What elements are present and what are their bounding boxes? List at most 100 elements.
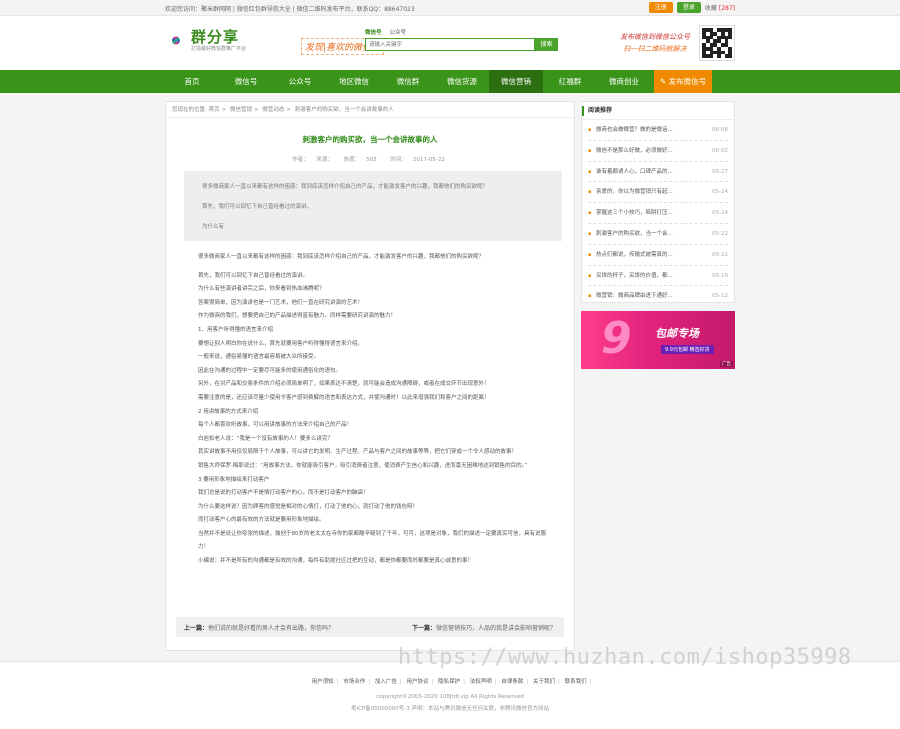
recommend-item[interactable]: 微信不是那么好做，必须做好...06-02 (588, 141, 728, 162)
nav-item-wechat-id[interactable]: 微信号 (219, 70, 273, 93)
welcome-text: 欢迎您访问：聚米群网网 | 微信红包群导航大全 | 微信二维码发布平台，联系QQ… (165, 6, 415, 13)
paragraph: 首先，我们可以回忆下自己曾经看过的演讲。 (198, 272, 309, 279)
paragraph: 3 要用形象地描绘来打动客户 (198, 476, 270, 483)
footer-link[interactable]: 用户协议 (406, 679, 428, 685)
footer-link[interactable]: 用户须知 (312, 679, 334, 685)
summary-line: 首先，我们可以回忆下自己曾经看过的演讲。 (202, 204, 313, 210)
footer-link[interactable]: 隐私保护 (438, 679, 460, 685)
logo-title: 群分享 (191, 28, 240, 46)
paragraph: 另外，在对产品和交易条件的介绍必须简单明了，如果表达不清楚，就可能会造成沟通障碍… (198, 381, 490, 388)
recommend-item[interactable]: 掌握这三个小技巧，陷阱打压...05-24 (588, 203, 728, 224)
qr-caption-line1: 发布微信到微信公众号 (620, 33, 690, 41)
nav-item-region[interactable]: 地区微信 (327, 70, 381, 93)
favorite-label: 收藏 (704, 5, 717, 12)
paragraph: 为什么有些演讲者讲完之后，你来看到热血沸腾呢？ (198, 286, 325, 293)
article-summary: 很多微商家人一直以来都有这样的困惑：我到底该怎样介绍自己的产品，才能激发客户的兴… (184, 171, 562, 241)
footer: 用户须知 | 市场合作 | 加入广告 | 用户协议 | 隐私保护 | 法权声明 | 自律条款… (0, 661, 900, 729)
paragraph: 需要注意的是，还应该尽量少使用令客户感到费解的语言和表达方式，并使沟通时！以此来… (198, 394, 490, 401)
meta-author: 作者： (292, 157, 309, 163)
summary-line: 很多微商家人一直以来都有这样的困惑：我到底该怎样介绍自己的产品，才能激发客户的兴… (202, 184, 489, 190)
meta-date: 时间： 2017-05-22 (390, 157, 445, 163)
nav-item-group[interactable]: 微信群 (381, 70, 435, 93)
search-box: 微信号 公众号 搜索 (365, 28, 558, 51)
paragraph: 因此在沟通的过程中一定要尽可能多的使用通俗化的语句。 (198, 367, 342, 374)
paragraph: 销售大师保罗·梅耶说过：“用故事方法，你就能吸引客户，吸引消费者注意，使消费产生… (198, 462, 528, 469)
paragraph: 其实讲故事不用仅仅局限于个人故事，可以讲它的发明、生产过程、产品与客户之间的故事… (198, 449, 518, 456)
recommend-item[interactable]: 亲爱的，你以为微营销只有起...05-24 (588, 182, 728, 204)
ad-big-number: 9 (601, 313, 632, 364)
paragraph: 为什么要这样说？因为顾客的感觉是相对的心情打，打动了他的心，就打动了他的钱包呀！ (198, 503, 419, 510)
paragraph: 1、用客户听得懂的语言来介绍 (198, 326, 274, 333)
ad-subtitle: 9.9元包邮 精选好货 (661, 345, 714, 354)
meta-source: 来源： (316, 157, 333, 163)
nav-item-home[interactable]: 首页 (165, 70, 219, 93)
footer-link[interactable]: 自律条款 (501, 679, 523, 685)
prev-next-bar: 上一篇：他们说的就是好看的男人才会有出路，你信吗？ 下一篇：微信营销技巧，人品的… (176, 617, 564, 637)
footer-link[interactable]: 关于我们 (533, 679, 555, 685)
breadcrumb-current: 刺激客户的购买欲，当一个会讲故事的人 (294, 107, 394, 113)
search-tab-official[interactable]: 公众号 (390, 28, 407, 36)
paragraph: 白岩松老人说：“我是一个没有故事的人！要多么讲究？ (198, 435, 333, 442)
qr-code-image (699, 25, 735, 61)
watermark-text: https://www.huzhan.com/ishop35998 (398, 645, 852, 670)
pencil-icon: ✎ (659, 77, 669, 86)
paragraph: 而打动客户心的最有效的方法就是要用形象地描绘。 (198, 517, 325, 524)
article-body: 很多微商家人一直以来都有这样的困惑：我到底该怎样介绍自己的产品，才能激发客户的兴… (198, 251, 554, 569)
nav-item-startup[interactable]: 微商创业 (597, 70, 651, 93)
recommend-item[interactable]: 刺激客户的购买欲，当一个会...05-22 (588, 224, 728, 245)
recommend-item[interactable]: 买饼的杯子，买饼的价值，都...05-19 (588, 266, 728, 287)
footer-link[interactable]: 联系我们 (565, 679, 587, 685)
paragraph: 要想让别人明白你在说什么，首先就要用客户听得懂得语言来介绍。 (198, 340, 364, 347)
summary-line: 为什么有 (202, 224, 225, 230)
publish-button[interactable]: ✎ 发布微信号 (654, 70, 712, 93)
ad-title: 包邮专场 (655, 327, 699, 340)
footer-icp: 粤ICP备00000000号-3 声明：本站与腾讯微信无任何关联，非腾讯微信官方… (350, 706, 549, 712)
paragraph: 很多微商家人一直以来都有这样的困惑：我到底该怎样介绍自己的产品，才能激发客户的兴… (198, 254, 485, 260)
footer-link[interactable]: 法权声明 (470, 679, 492, 685)
paragraph: 每个人都喜欢听故事，可以用讲故事的方法来介绍自己的产品！ (198, 422, 353, 429)
footer-link[interactable]: 加入广告 (375, 679, 397, 685)
logo-subtitle: 打造最好微信群推广平台 (191, 46, 247, 52)
recommend-sidebar: 阅读推荐 微商也会做微营？做的是微话...06-06 微信不是那么好做，必须做好… (581, 101, 735, 307)
recommend-item[interactable]: 微商也会做微营？做的是微话...06-06 (588, 120, 728, 141)
favorite-link[interactable]: 收藏 [287] (705, 3, 735, 12)
article-meta: 作者： 来源： 热度： 503 时间： 2017-05-22 (166, 155, 574, 163)
promo-banner-ad[interactable]: 9 包邮专场 9.9元包邮 精选好货 广告 (581, 311, 735, 369)
recommend-item[interactable]: 热点们都说，传输式被需真的...05-22 (588, 245, 728, 266)
register-button[interactable]: 注册 (648, 2, 673, 13)
logo-flower-icon (165, 30, 187, 52)
paragraph: 我们总是说的打动客户不是情打动客户的心，而不是打动客户的脑袋！ (198, 490, 369, 497)
sidebar-heading: 阅读推荐 (582, 102, 734, 120)
breadcrumb: 您现在的位置: 首页 > 微信营销 > 微营动态 > 刺激客户的购买欲，当一个会讲故事… (166, 102, 574, 118)
search-tab-wechat-id[interactable]: 微信号 (365, 28, 382, 36)
paragraph: 答案很简单，因为演讲也是一门艺术，他们一直在研究讲演的艺术！ (198, 299, 364, 306)
paragraph: 一般来说，通俗易懂的语言最容易被大众所接受。 (198, 354, 320, 361)
prev-article-link[interactable]: 上一篇：他们说的就是好看的男人才会有出路，你信吗？ (184, 623, 334, 632)
article-panel: 您现在的位置: 首页 > 微信营销 > 微营动态 > 刺激客户的购买欲，当一个会讲故事… (165, 101, 575, 651)
nav-item-marketing[interactable]: 微信营销 (489, 70, 543, 93)
article-title: 刺激客户的购买欲，当一个会讲故事的人 (302, 135, 438, 144)
recommend-item[interactable]: 谁有着颇诱人心，口碑产品的...05-27 (588, 162, 728, 183)
nav-item-redpacket[interactable]: 红福群 (543, 70, 597, 93)
paragraph: 作为微商的我们，想要把自己的产品描述得富有魅力，同样需要研究讲演的魅力！ (198, 313, 397, 320)
publish-label: 发布微信号 (668, 77, 707, 86)
favorite-count: [287] (718, 5, 735, 12)
footer-link[interactable]: 市场合作 (343, 679, 365, 685)
search-button[interactable]: 搜索 (535, 38, 558, 51)
breadcrumb-home[interactable]: 首页 (209, 107, 220, 113)
qr-caption-line2: 扫一扫二维码就解决 (623, 45, 687, 53)
paragraph: 小编说：并不是所有的沟通都是有效的沟通，每件有助提社区过把的互动，都是你都要而时… (198, 558, 474, 565)
top-bar: 欢迎您访问：聚米群网网 | 微信红包群导航大全 | 微信二维码发布平台，联系QQ… (0, 0, 900, 16)
paragraph: 当然并不是说让你夸张的描述，独创于80岁的老太太在寺你的家都酸辛疑到了千年，可可… (198, 530, 547, 551)
search-input[interactable] (365, 38, 535, 51)
login-button[interactable]: 登录 (676, 2, 701, 13)
nav-item-supply[interactable]: 微信货源 (435, 70, 489, 93)
header: 群分享 打造最好微信群推广平台 发现|喜欢的微信！ 微信号 公众号 搜索 发布微… (0, 16, 900, 70)
breadcrumb-marketing[interactable]: 微信营销 (230, 107, 252, 113)
site-logo[interactable]: 群分享 打造最好微信群推广平台 (165, 29, 246, 52)
next-article-link[interactable]: 下一篇：微信营销技巧，人品的我是讲会影响营销呢？ (412, 623, 556, 632)
breadcrumb-news[interactable]: 微营动态 (262, 107, 284, 113)
recommend-item[interactable]: 微营销：微商品牌由进下通好...05-12 (588, 286, 728, 307)
nav-item-official[interactable]: 公众号 (273, 70, 327, 93)
qr-caption: 发布微信到微信公众号 扫一扫二维码就解决 (620, 31, 690, 55)
